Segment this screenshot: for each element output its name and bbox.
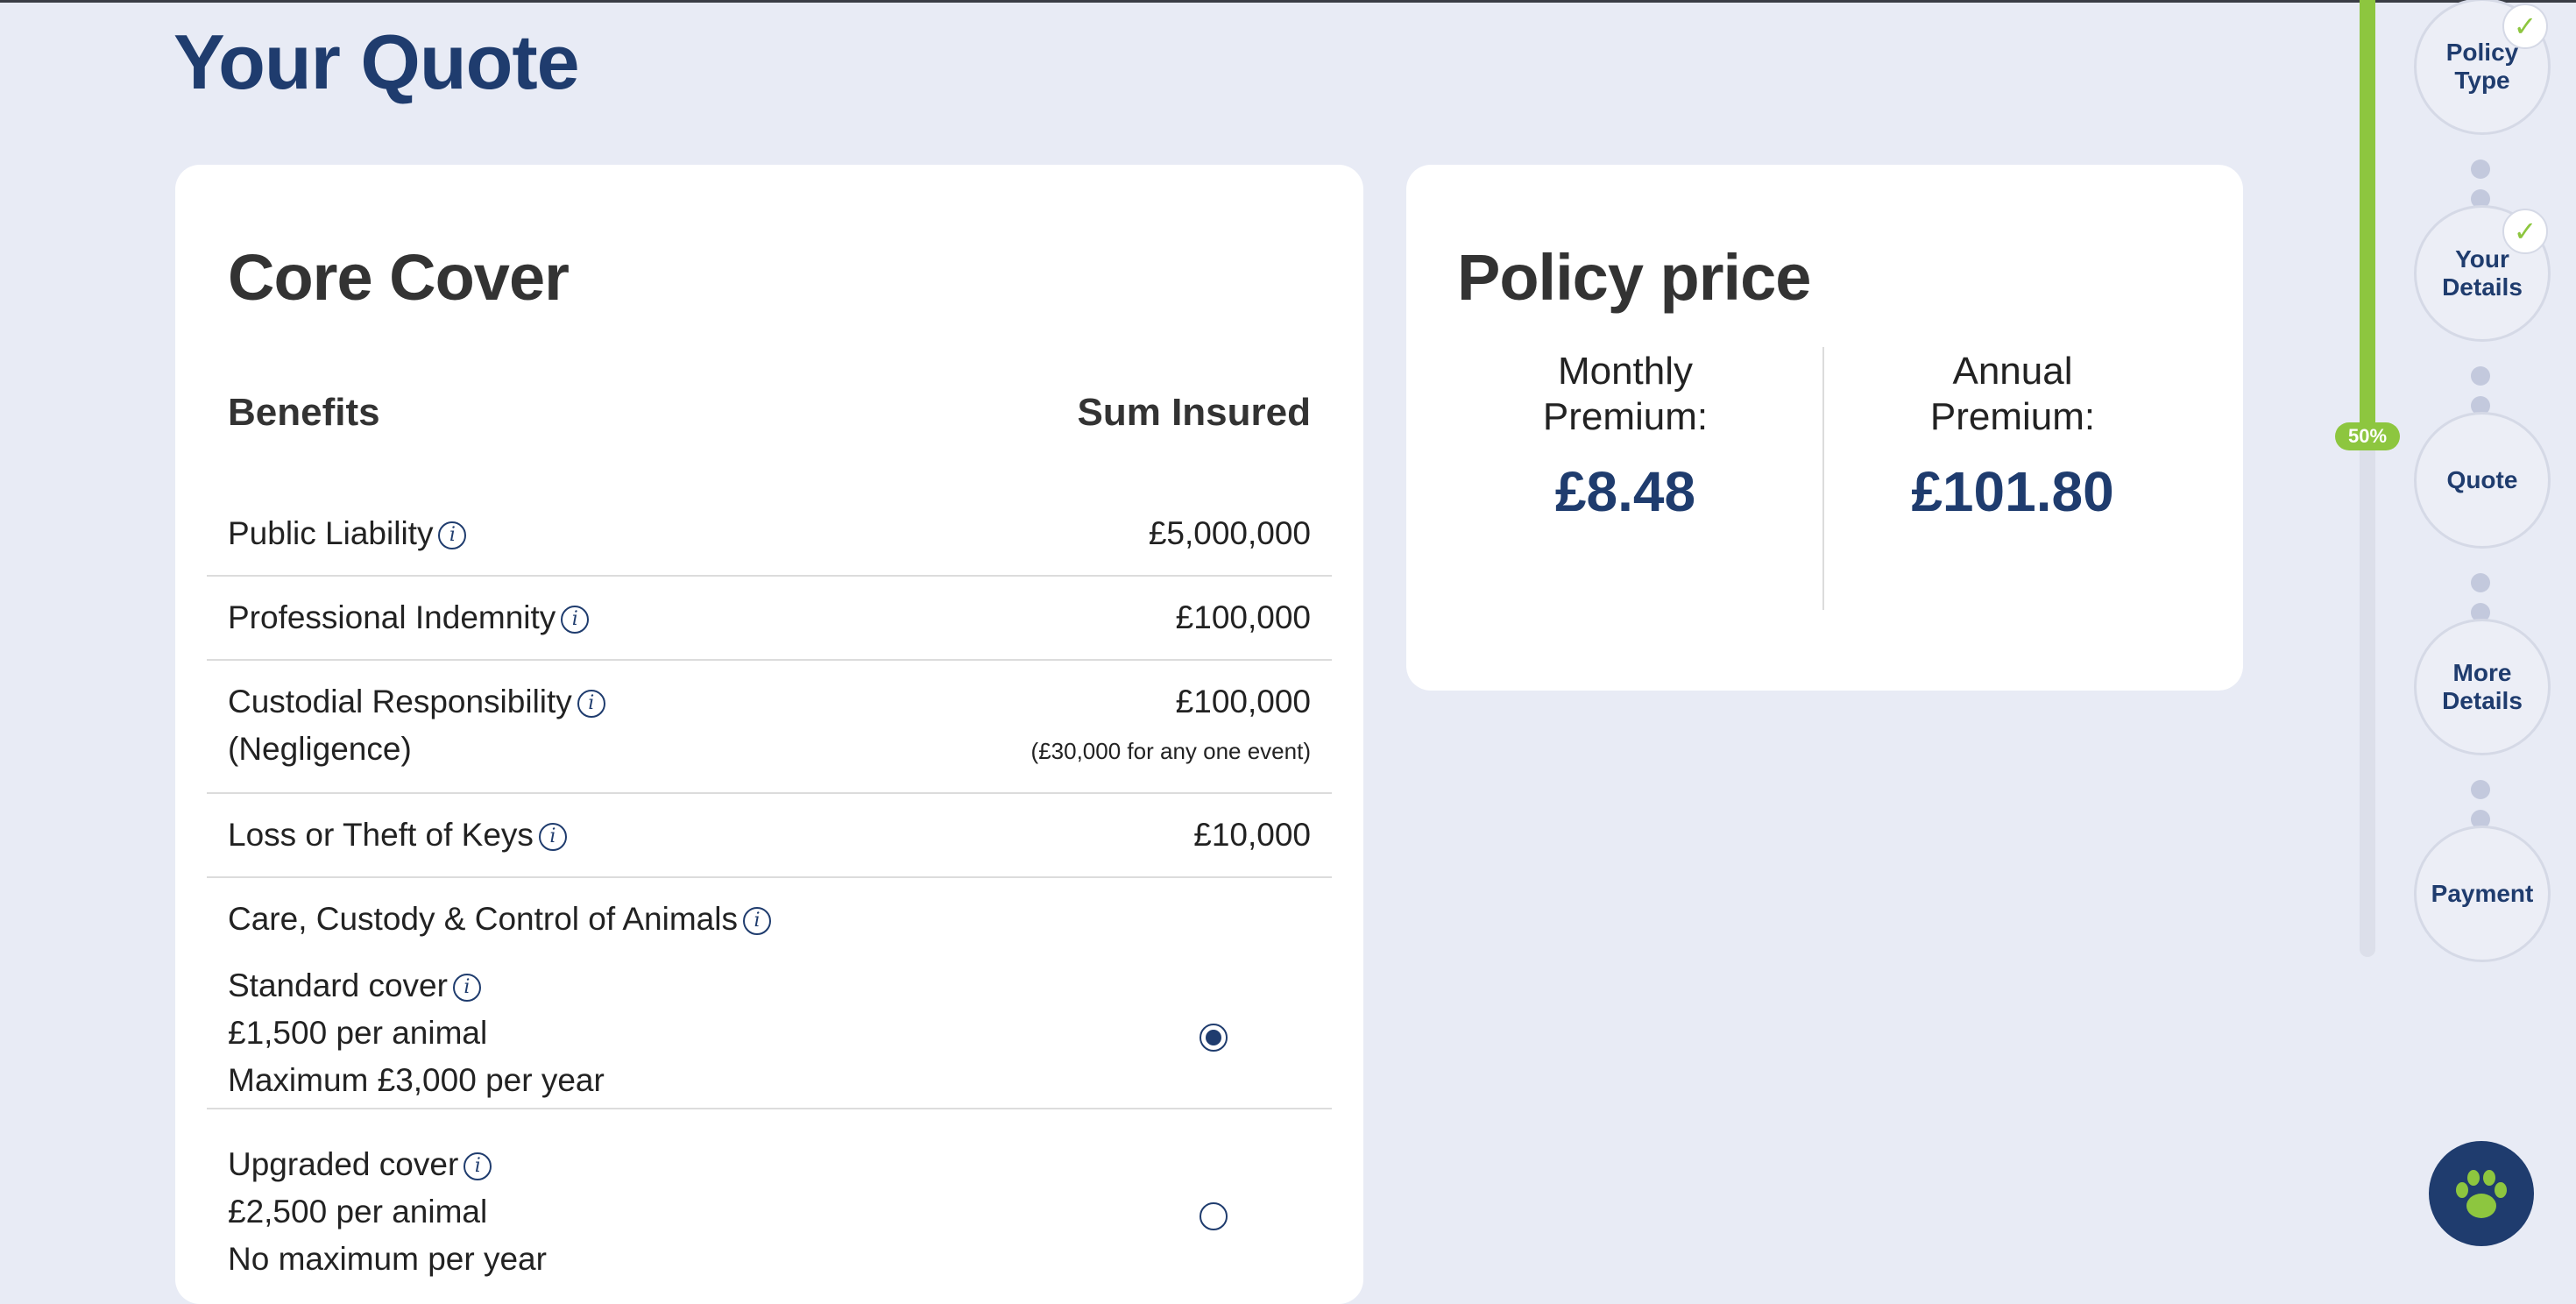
benefit-label: Professional Indemnity i — [228, 594, 590, 641]
benefit-label: Loss or Theft of Keys i — [228, 811, 567, 859]
benefit-label: Care, Custody & Control of Animals i — [228, 896, 771, 943]
check-icon: ✓ — [2502, 4, 2548, 49]
benefit-row-public-liability: Public Liability i £5,000,000 — [207, 493, 1332, 577]
paw-icon — [2456, 1170, 2507, 1218]
benefit-row-custodial-responsibility: Custodial Responsibility i (Negligence) £… — [207, 661, 1332, 794]
annual-premium-label: Annual Premium: — [1929, 350, 2096, 438]
step-connector-dot — [2471, 366, 2490, 386]
info-icon[interactable]: i — [438, 521, 467, 549]
benefit-note: (£30,000 for any one event) — [1030, 738, 1311, 764]
annual-premium-amount: £101.80 — [1911, 460, 2114, 523]
cover-option-text: Standard cover i £1,500 per animal Maximu… — [228, 967, 605, 1098]
benefit-value: £10,000 — [1193, 817, 1311, 853]
benefit-value: £100,000 — [1175, 684, 1311, 719]
annual-premium: Annual Premium: £101.80 — [1820, 349, 2205, 524]
policy-price-title: Policy price — [1457, 241, 1811, 314]
top-border — [0, 0, 2576, 3]
info-icon[interactable]: i — [464, 1152, 492, 1180]
benefit-value: £100,000 — [1175, 599, 1311, 635]
monthly-premium-amount: £8.48 — [1554, 460, 1696, 523]
info-icon[interactable]: i — [452, 974, 481, 1002]
step-payment[interactable]: Payment — [2414, 826, 2551, 962]
step-more-details[interactable]: More Details — [2414, 619, 2551, 755]
cover-option-text: Upgraded cover i £2,500 per animal No max… — [228, 1146, 547, 1277]
progress-fill — [2360, 0, 2375, 436]
standard-cover-radio[interactable] — [1200, 1024, 1228, 1052]
step-connector-dot — [2471, 159, 2490, 179]
monthly-premium-label: Monthly Premium: — [1542, 350, 1709, 438]
benefit-label: Custodial Responsibility i (Negligence) — [228, 678, 605, 773]
benefit-row-loss-of-keys: Loss or Theft of Keys i £10,000 — [207, 794, 1332, 878]
paw-chat-button[interactable] — [2429, 1141, 2534, 1246]
policy-price-card: Policy price Monthly Premium: £8.48 Annua… — [1406, 165, 2243, 691]
benefit-value: £5,000,000 — [1148, 515, 1311, 551]
step-connector-dot — [2471, 573, 2490, 592]
benefit-label: Public Liability i — [228, 510, 467, 557]
core-cover-title: Core Cover — [228, 241, 570, 314]
page-title: Your Quote — [173, 18, 580, 105]
benefit-row-animals: Care, Custody & Control of Animals i Stan… — [207, 878, 1332, 1277]
info-icon[interactable]: i — [538, 823, 567, 851]
info-icon[interactable]: i — [561, 606, 590, 634]
benefit-row-professional-indemnity: Professional Indemnity i £100,000 — [207, 577, 1332, 661]
cover-option-standard[interactable]: Standard cover i £1,500 per animal Maximu… — [207, 962, 1332, 1109]
sum-insured-header: Sum Insured — [1077, 391, 1312, 434]
progress-percent-badge: 50% — [2335, 422, 2400, 450]
step-connector-dot — [2471, 780, 2490, 799]
step-quote[interactable]: Quote — [2414, 412, 2551, 549]
benefits-header: Benefits — [228, 391, 380, 434]
upgraded-cover-radio[interactable] — [1200, 1202, 1228, 1230]
check-icon: ✓ — [2502, 209, 2548, 254]
info-icon[interactable]: i — [577, 690, 605, 718]
info-icon[interactable]: i — [742, 907, 771, 935]
cover-option-upgraded[interactable]: Upgraded cover i £2,500 per animal No max… — [207, 1141, 1332, 1286]
monthly-premium: Monthly Premium: £8.48 — [1433, 349, 1818, 524]
core-cover-card: Core Cover Benefits Sum Insured Public L… — [175, 165, 1363, 1304]
